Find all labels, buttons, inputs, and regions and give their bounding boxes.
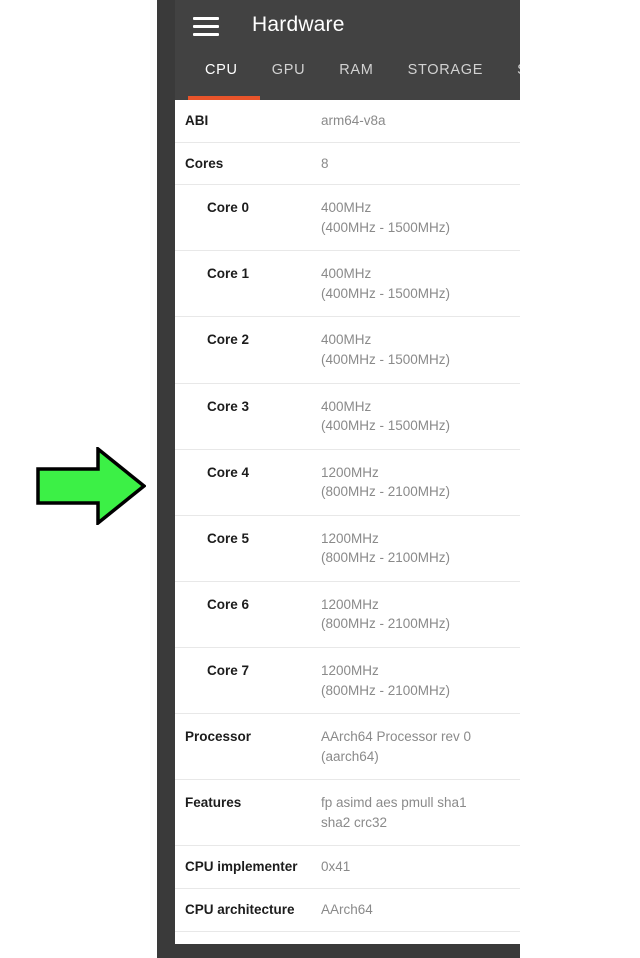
table-row: Features fp asimd aes pmull sha1 sha2 cr… [175,780,520,847]
tab-bar: CPU GPU RAM STORAGE SCREEN [175,58,520,100]
row-value: 1200MHz (800MHz - 2100MHz) [321,663,451,698]
row-label: Cores [185,155,224,171]
menu-line-2 [193,25,219,28]
green-right-arrow-annotation [36,447,146,525]
active-tab-indicator [188,96,260,100]
row-value: 400MHz (400MHz - 1500MHz) [321,398,451,434]
table-row: CPU implementer 0x41 [175,846,520,889]
row-value: 0x41 [321,859,351,875]
table-row: Processor AArch64 Processor rev 0 (aarch… [175,714,520,781]
table-row: CPU variant 0x1 [175,932,520,945]
row-label: CPU architecture [185,901,295,917]
row-value: arm64-v8a [321,113,386,128]
table-row: Core 0 400MHz (400MHz - 1500MHz) [175,185,520,252]
table-row: CPU architecture AArch64 [175,889,520,932]
row-label: Core 4 [207,464,250,480]
tab-cpu[interactable]: CPU [188,58,255,78]
row-label: Core 6 [207,596,250,612]
row-label: ABI [185,113,209,128]
row-label: Core 0 [207,200,250,216]
row-value: AArch64 [321,901,373,917]
app-bar: Hardware [175,0,520,58]
row-value: 0x1 [321,943,512,945]
row-label: Processor [185,729,252,745]
device-frame: Hardware CPU GPU RAM STORAGE SCREEN ABI … [157,0,520,958]
page-title: Hardware [252,13,345,36]
table-row: Core 5 1200MHz (800MHz - 2100MHz) [175,516,520,582]
row-label: Features [185,795,242,811]
row-label: Core 7 [207,663,250,678]
menu-line-1 [193,17,219,20]
row-value: fp asimd aes pmull sha1 sha2 crc32 [321,795,467,830]
row-value: 1200MHz (800MHz - 2100MHz) [321,530,451,566]
table-row: Core 3 400MHz (400MHz - 1500MHz) [175,384,520,450]
table-row: Core 1 400MHz (400MHz - 1500MHz) [175,251,520,318]
table-row: Cores 8 [175,143,520,186]
arrow-shape [36,447,146,525]
cpu-info-list[interactable]: ABI arm64-v8a Cores 8 Core 0 400MHz (400… [175,100,520,944]
row-value: 1200MHz (800MHz - 2100MHz) [321,464,451,500]
row-value: 400MHz (400MHz - 1500MHz) [321,200,451,235]
row-label: Core 5 [207,530,250,546]
row-value: AArch64 Processor rev 0 (aarch64) [321,729,472,764]
row-value: 8 [321,155,329,171]
tab-gpu[interactable]: GPU [255,58,323,78]
table-row: Core 4 1200MHz (800MHz - 2100MHz) [175,450,520,516]
row-label: Core 3 [207,398,250,414]
table-row: Core 6 1200MHz (800MHz - 2100MHz) [175,582,520,648]
table-row: Core 2 400MHz (400MHz - 1500MHz) [175,317,520,384]
table-row: Core 7 1200MHz (800MHz - 2100MHz) [175,648,520,715]
row-label: Core 1 [207,266,250,282]
row-value: 1200MHz (800MHz - 2100MHz) [321,596,451,632]
row-value: 400MHz (400MHz - 1500MHz) [321,332,451,367]
table-row: ABI arm64-v8a [175,100,520,143]
menu-line-3 [193,33,219,36]
tab-ram[interactable]: RAM [322,58,390,78]
row-label: CPU implementer [185,859,298,875]
hamburger-menu-icon[interactable] [193,17,219,37]
tab-storage[interactable]: STORAGE [391,58,501,78]
row-label: CPU variant [175,943,321,945]
tab-screen[interactable]: SCREEN [500,58,520,78]
row-label: Core 2 [207,332,250,348]
device-screen: Hardware CPU GPU RAM STORAGE SCREEN ABI … [175,0,520,944]
row-value: 400MHz (400MHz - 1500MHz) [321,266,451,301]
